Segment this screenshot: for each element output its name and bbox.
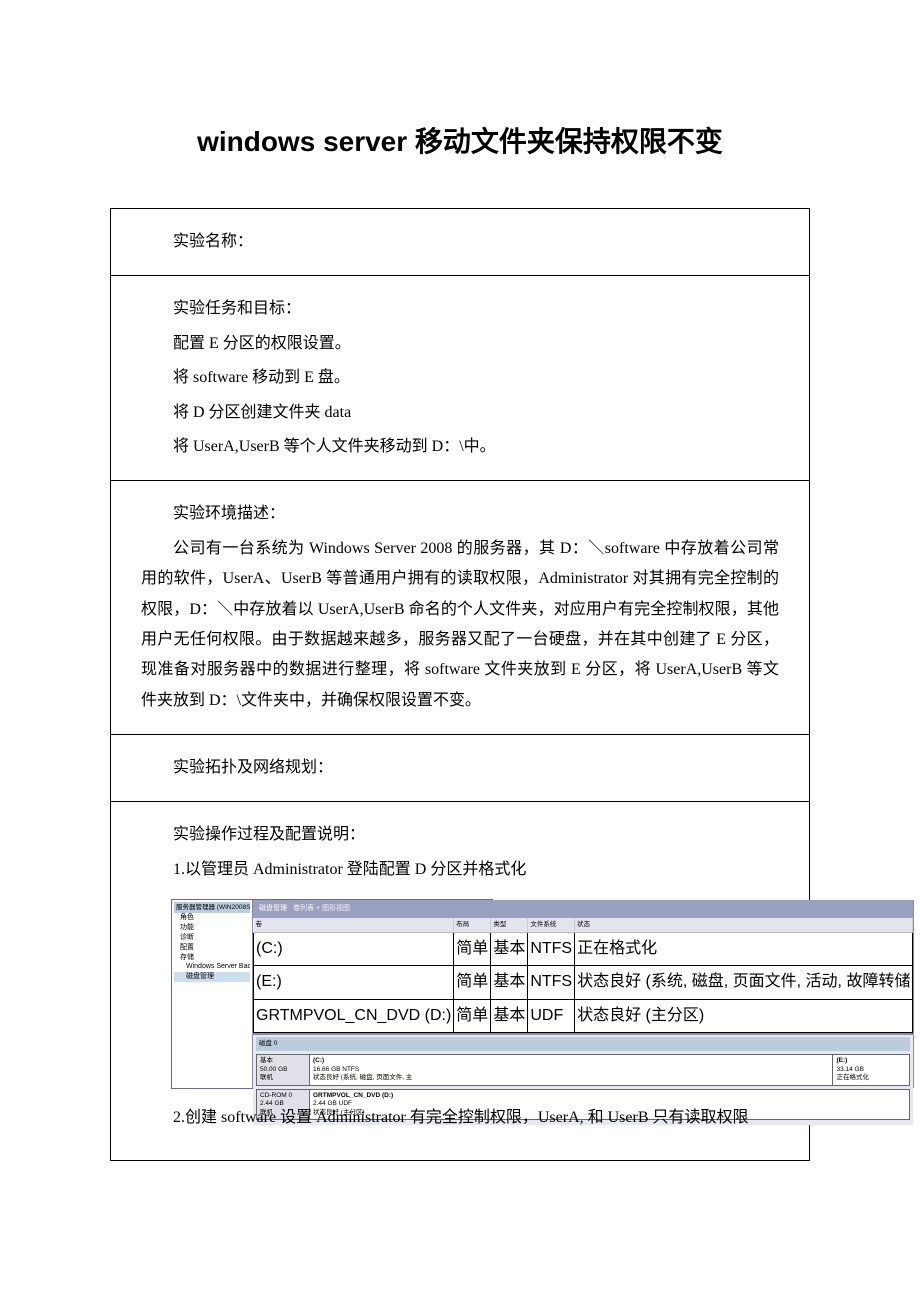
screenshot-disk-mgmt: 服务器管理器 (WIN2008SRV) 角色 功能 诊断 配置 存储 Windo… xyxy=(171,899,493,1089)
disk-0-box[interactable]: 基本 50.00 GB 联机 (C:) 16.66 GB NTFS 状态良好 (… xyxy=(256,1054,910,1085)
table-row[interactable]: (C:) 简单 基本 NTFS 正在格式化 xyxy=(254,932,913,965)
tree-item-selected[interactable]: 磁盘管理 xyxy=(174,972,250,982)
env-body: 公司有一台系统为 Windows Server 2008 的服务器，其 D：＼s… xyxy=(141,534,779,716)
v-scrollbar[interactable] xyxy=(913,900,914,1088)
vol-state: 正在格式化 xyxy=(836,1074,869,1081)
pane-title: 磁盘管理 xyxy=(259,902,287,915)
experiment-table: 实验名称： 实验任务和目标： 配置 E 分区的权限设置。 将 software … xyxy=(110,208,810,1161)
vol-size: 33.14 GB xyxy=(836,1066,863,1073)
disk-status: 联机 xyxy=(260,1074,306,1082)
section-label: 磁盘 0 xyxy=(256,1037,910,1051)
task-line-4: 将 UserA,UserB 等个人文件夹移动到 D：\中。 xyxy=(141,432,779,462)
task-line-2: 将 software 移动到 E 盘。 xyxy=(141,363,779,393)
tree-item[interactable]: 诊断 xyxy=(174,933,250,943)
vol-name: (E:) xyxy=(836,1057,847,1064)
tree-item[interactable]: 功能 xyxy=(174,923,250,933)
label-task: 实验任务和目标： xyxy=(141,294,779,324)
tree-item[interactable]: 存储 xyxy=(174,953,250,963)
vol-state: 状态良好 (系统, 磁盘, 页面文件, 主 xyxy=(313,1074,412,1081)
disk-type: 基本 xyxy=(260,1057,306,1065)
table-row[interactable]: GRTMPVOL_CN_DVD (D:) 简单 基本 UDF 状态良好 (主分区… xyxy=(254,999,913,1032)
pane-header: 磁盘管理 卷列表 + 图形视图 xyxy=(253,900,913,917)
label-topo: 实验拓扑及网络规划： xyxy=(141,753,779,783)
task-line-1: 配置 E 分区的权限设置。 xyxy=(141,329,779,359)
col-header[interactable]: 类型 xyxy=(491,918,528,933)
tree-root[interactable]: 服务器管理器 (WIN2008SRV) xyxy=(174,902,250,913)
col-header[interactable]: 文件系统 xyxy=(528,918,575,933)
col-header[interactable]: 布局 xyxy=(454,918,491,933)
label-name: 实验名称： xyxy=(141,227,779,257)
task-line-3: 将 D 分区创建文件夹 data xyxy=(141,398,779,428)
vol-size: 16.66 GB NTFS xyxy=(313,1066,359,1073)
label-env: 实验环境描述： xyxy=(141,499,779,529)
tree-item[interactable]: Windows Server Backup xyxy=(174,962,250,972)
table-row[interactable]: (E:) 简单 基本 NTFS 状态良好 (系统, 磁盘, 页面文件, 活动, … xyxy=(254,966,913,999)
vol-name: (C:) xyxy=(313,1057,324,1064)
col-header[interactable]: 卷 xyxy=(254,918,454,933)
disk-label: CD-ROM 0 xyxy=(260,1092,306,1100)
step-2: 2.创建 software 设置 Administrator 有完全控制权限，U… xyxy=(141,1103,779,1133)
pane-subtitle: 卷列表 + 图形视图 xyxy=(293,902,350,915)
tree-item[interactable]: 角色 xyxy=(174,913,250,923)
volume-list: 卷 布局 类型 文件系统 状态 (C:) 简单 基本 xyxy=(253,918,913,1035)
step-1: 1.以管理员 Administrator 登陆配置 D 分区并格式化 xyxy=(141,855,779,885)
label-ops: 实验操作过程及配置说明： xyxy=(141,820,779,850)
nav-tree: 服务器管理器 (WIN2008SRV) 角色 功能 诊断 配置 存储 Windo… xyxy=(172,900,253,1088)
tree-item[interactable]: 配置 xyxy=(174,943,250,953)
col-header[interactable]: 状态 xyxy=(575,918,913,933)
vol-name: GRTMPVOL_CN_DVD (D:) xyxy=(313,1092,393,1099)
page-title: windows server 移动文件夹保持权限不变 xyxy=(110,120,810,160)
